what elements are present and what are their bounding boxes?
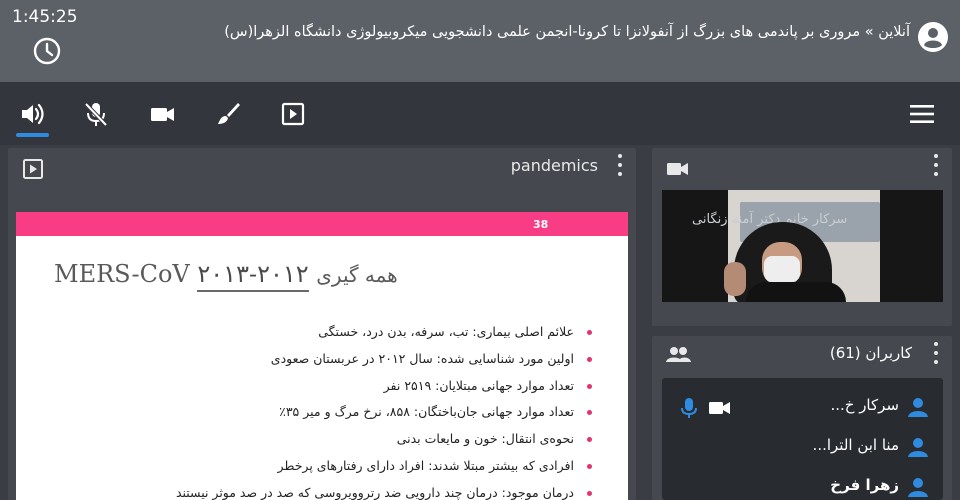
brush-icon [218,103,240,124]
users-list: سرکار خ... منا ابن الترا... زهرا فرخ [662,378,943,500]
presentation-icon[interactable] [22,158,44,180]
bullet-item: درمان موجود: درمان چند دارویی ضد رتروویر… [32,483,592,500]
slide-number: 38 [533,218,549,231]
face-mask [764,256,800,282]
camera-icon [667,163,688,175]
webcam-video[interactable]: سرکار خانم دکتر آمنه زنگانی [662,190,943,302]
slide: 38 MERS-CoV همه گیری ۲۰۱۲-۲۰۱۳ علائم اصل… [16,212,628,500]
webcam-options-icon[interactable] [933,154,939,176]
bullet-item: علائم اصلی بیماری: تب، سرفه، بدن درد، خس… [32,322,592,349]
camera-icon [709,402,730,414]
bullet-item: نحوه‌ی انتقال: خون و مایعات بدنی [32,429,592,456]
list-item[interactable]: سرکار خ... [662,386,943,426]
whiteboard-button[interactable] [210,96,246,132]
bullet-item: تعداد موارد جهانی جان‌باختگان: ۸۵۸، نرخ … [32,402,592,429]
camera-button[interactable] [144,96,180,132]
room-title: آنلاین » مروری بر پاندمی های بزرگ از آنف… [224,24,910,40]
account-icon[interactable] [916,20,950,54]
menu-icon [910,105,934,123]
user-icon [908,438,928,457]
bullet-item: تعداد موارد جهانی مبتلایان: ۲۵۱۹ نفر [32,376,592,403]
active-tab-indicator [16,133,49,137]
user-icon [908,478,928,497]
slide-title-persian: همه گیری [316,263,398,287]
user-icon [908,398,928,417]
person-body [746,282,846,302]
speaker-icon [22,103,44,125]
speaker-button[interactable] [14,96,50,132]
users-group-icon [666,347,691,362]
main-menu-button[interactable] [904,96,940,132]
user-name: سرکار خ... [830,396,899,414]
toolbar [0,82,960,145]
list-item[interactable]: منا ابن الترا... [662,426,943,466]
person-hand [724,262,746,296]
clock-icon[interactable] [32,36,62,66]
elapsed-time: 1:45:25 [12,7,78,27]
presentation-options-icon[interactable] [617,154,623,176]
slide-title: MERS-CoV همه گیری ۲۰۱۲-۲۰۱۳ [54,260,398,292]
bullet-item: اولین مورد شناسایی شده: سال ۲۰۱۲ در عربس… [32,349,592,376]
list-item[interactable]: زهرا فرخ [662,466,943,500]
user-name: زهرا فرخ [830,476,899,494]
slide-title-years: ۲۰۱۲-۲۰۱۳ [197,260,309,292]
users-options-icon[interactable] [933,342,939,364]
slide-title-latin: MERS-CoV [54,260,190,288]
mic-off-icon [84,102,108,127]
microphone-icon [681,398,697,418]
presentation-name: pandemics [510,156,598,175]
user-name: منا ابن الترا... [812,436,899,454]
slide-bullets: علائم اصلی بیماری: تب، سرفه، بدن درد، خس… [32,322,592,500]
room-header: 1:45:25 آنلاین » مروری بر پاندمی های بزر… [0,0,960,82]
share-presentation-button[interactable] [275,96,311,132]
microphone-button[interactable] [78,96,114,132]
camera-icon [151,108,174,121]
bullet-item: افرادی که بیشتر مبتلا شدند: افراد دارای … [32,456,592,483]
users-title: کاربران (61) [829,344,912,362]
presentation-icon [281,102,305,126]
